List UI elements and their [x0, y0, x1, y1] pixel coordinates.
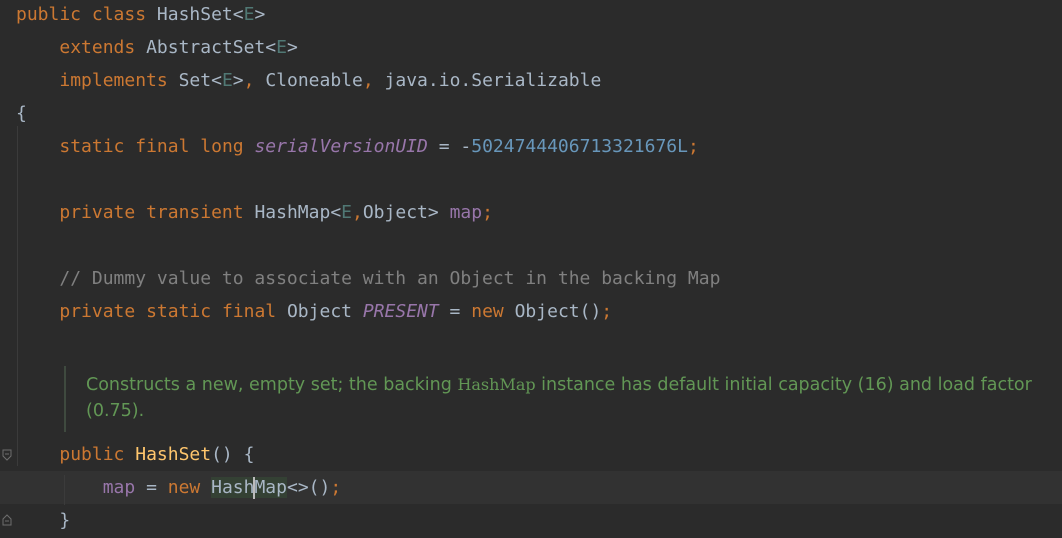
rendered-javadoc[interactable]: Constructs a new, empty set; the backing…: [64, 366, 1056, 432]
code-line-1[interactable]: public class HashSet<E>: [16, 0, 265, 31]
code-line-5[interactable]: static final long serialVersionUID = -50…: [16, 130, 699, 163]
field: map: [449, 202, 483, 223]
code-line-6[interactable]: private transient HashMap<E,Object> map;: [16, 196, 493, 229]
keyword: private: [59, 202, 136, 223]
punct: ,: [352, 202, 363, 223]
fold-icon[interactable]: [2, 449, 12, 461]
operator: -: [460, 136, 472, 157]
javadoc-part: Constructs a new, empty set; the backing: [86, 375, 458, 395]
punct: ;: [330, 477, 342, 498]
keyword: static: [146, 301, 212, 322]
javadoc-text: Constructs a new, empty set; the backing…: [86, 372, 1046, 424]
punct: () {: [211, 444, 255, 465]
keyword: implements: [59, 70, 168, 91]
keyword: class: [91, 4, 147, 25]
number-literal: 5024744406713321676L: [471, 136, 688, 157]
keyword: private: [59, 301, 136, 322]
constructor-call: Object(): [514, 301, 602, 322]
highlighted-identifier: HashMap: [211, 477, 287, 499]
keyword: static: [59, 136, 125, 157]
brace: {: [16, 103, 27, 124]
type-name: HashMap: [254, 202, 331, 223]
operator: =: [438, 136, 450, 157]
keyword: final: [221, 301, 277, 322]
code-line-10[interactable]: map = new HashMap<>();: [16, 471, 341, 504]
punct: <: [265, 37, 277, 58]
punct: <: [330, 202, 342, 223]
keyword: new: [471, 301, 504, 322]
code-line-7[interactable]: // Dummy value to associate with an Obje…: [16, 262, 720, 295]
method-name: HashSet: [135, 444, 212, 465]
punct: ;: [687, 136, 699, 157]
code-line-11[interactable]: }: [16, 504, 70, 537]
field: map: [102, 477, 136, 498]
code-line-4[interactable]: {: [16, 97, 27, 130]
punct: ;: [601, 301, 613, 322]
operator: =: [449, 301, 461, 322]
punct: >: [254, 4, 266, 25]
class-name: HashSet: [156, 4, 233, 25]
javadoc-code: HashMap: [457, 375, 536, 394]
type-name: AbstractSet: [146, 37, 266, 58]
comment: // Dummy value to associate with an Obje…: [59, 268, 721, 289]
keyword: public: [59, 444, 125, 465]
punct: >: [427, 202, 439, 223]
generic-param: E: [221, 70, 233, 91]
keyword: long: [200, 136, 244, 157]
fold-icon[interactable]: [2, 514, 12, 526]
type-name-part: Map: [254, 477, 287, 498]
static-field: serialVersionUID: [254, 136, 428, 157]
brace: }: [59, 510, 71, 531]
generic-param: E: [341, 202, 352, 223]
code-line-9[interactable]: public HashSet() {: [16, 438, 254, 471]
punct: >: [286, 37, 298, 58]
code-line-2[interactable]: extends AbstractSet<E>: [16, 31, 298, 64]
type-name: Set: [178, 70, 212, 91]
keyword: extends: [59, 37, 136, 58]
code-line-3[interactable]: implements Set<E>, Cloneable, java.io.Se…: [16, 64, 601, 97]
punct: <>(): [286, 477, 331, 498]
type-name-part: Hash: [211, 477, 255, 498]
punct: ,: [362, 70, 374, 91]
type-name: Object: [286, 301, 352, 322]
punct: ;: [482, 202, 493, 223]
type-name: java.io.Serializable: [384, 70, 602, 91]
operator: =: [146, 477, 157, 498]
keyword: transient: [146, 202, 244, 223]
keyword: public: [16, 4, 82, 25]
static-field: PRESENT: [362, 301, 439, 322]
keyword: new: [167, 477, 201, 498]
code-line-8[interactable]: private static final Object PRESENT = ne…: [16, 295, 612, 328]
punct: <: [211, 70, 222, 91]
punct: <: [232, 4, 244, 25]
punct: ,: [243, 70, 255, 91]
type-name: Cloneable: [265, 70, 363, 91]
punct: >: [232, 70, 244, 91]
generic-param: E: [243, 4, 255, 25]
type-name: Object: [362, 202, 428, 223]
generic-param: E: [276, 37, 287, 58]
keyword: final: [135, 136, 190, 157]
